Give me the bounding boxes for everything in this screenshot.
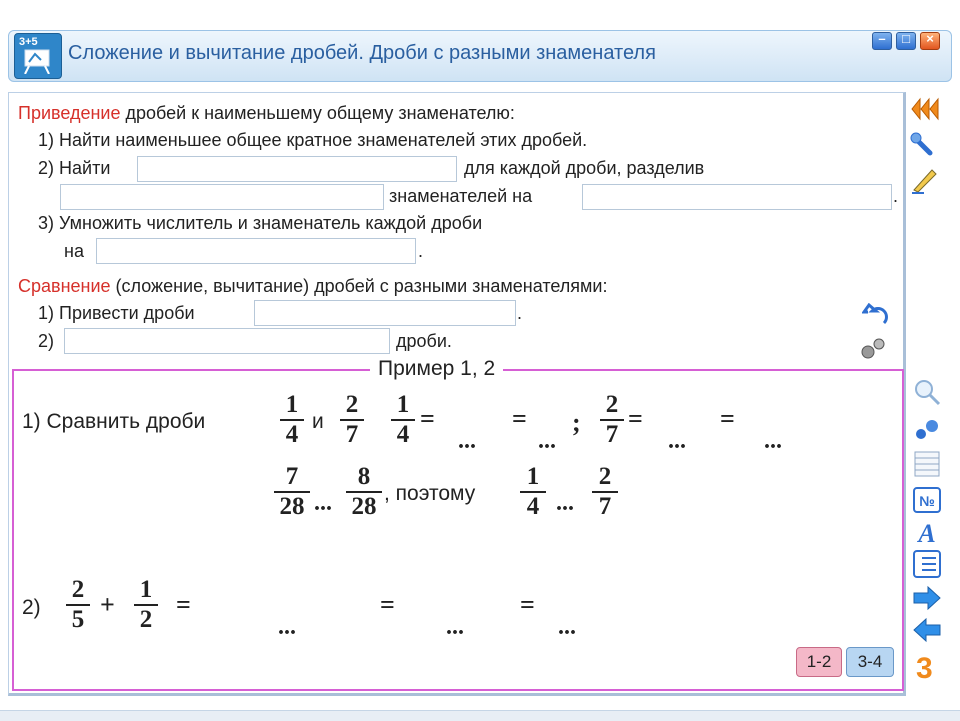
svg-text:A: A [916, 519, 935, 546]
table-icon[interactable] [912, 450, 942, 478]
ellipsis: ... [668, 428, 686, 454]
task2-label: 2) [22, 596, 41, 619]
equals-sign: = [520, 590, 535, 619]
example-title: Пример 1, 2 [370, 357, 504, 381]
section1-step2-b: для каждой дроби, разделив [464, 158, 705, 178]
equals-sign: = [176, 590, 191, 619]
equals-sign: = [628, 404, 643, 433]
magnifier-icon[interactable] [912, 378, 942, 406]
chapter-3-icon[interactable]: 3 [916, 652, 933, 686]
gears-icon[interactable] [858, 334, 888, 362]
plus-sign: + [100, 590, 115, 619]
fraction-2-5: 25 [66, 577, 90, 633]
easel-icon [24, 49, 50, 74]
section2-step2-a: 2) [38, 331, 55, 351]
answer-field-3[interactable] [582, 184, 892, 210]
section2-step1-a: 1) Привести дроби [38, 303, 195, 323]
bottom-strip [0, 710, 960, 721]
wrench-icon[interactable] [910, 132, 940, 160]
ellipsis: ... [558, 614, 576, 640]
heading-keyword: Приведение [18, 103, 121, 123]
list-icon[interactable] [912, 550, 942, 578]
answer-field-2[interactable] [60, 184, 384, 210]
section2-heading: Сравнение (сложение, вычитание) дробей с… [18, 276, 608, 296]
equals-sign: = [512, 404, 527, 433]
gears-small-icon[interactable] [912, 416, 942, 444]
svg-text:№: № [919, 493, 935, 509]
section1-heading: Приведение дробей к наименьшему общему з… [18, 103, 515, 123]
section2-step2-b: дроби. [396, 331, 452, 351]
semicolon: ; [572, 408, 581, 437]
fraction-8-28: 8 28 [346, 464, 382, 520]
ellipsis: ... [538, 428, 556, 454]
maximize-button[interactable]: □ [896, 31, 916, 50]
app-icon: 3+5 [14, 33, 62, 79]
tab-1-2[interactable]: 1-2 [796, 647, 842, 677]
ellipsis: ... [314, 490, 332, 516]
task1-label: 1) Сравнить дроби [22, 410, 206, 433]
ellipsis: ... [458, 428, 476, 454]
section1-step3-b: на [64, 241, 84, 261]
ellipsis: ... [446, 614, 464, 640]
arrow-left-icon[interactable] [912, 616, 942, 644]
equals-sign: = [720, 404, 735, 433]
minimize-button[interactable]: – [872, 31, 892, 50]
and-word: и [312, 410, 324, 433]
undo-icon[interactable] [862, 303, 892, 331]
answer-field-6[interactable] [64, 328, 390, 354]
letter-a-icon[interactable]: A [912, 518, 942, 546]
tab-3-4[interactable]: 3-4 [846, 647, 894, 677]
answer-field-4[interactable] [96, 238, 416, 264]
equals-sign: = [420, 404, 435, 433]
section1-step1: 1) Найти наименьшее общее кратное знамен… [38, 130, 588, 150]
heading-keyword: Сравнение [18, 276, 111, 296]
answer-field-1[interactable] [137, 156, 457, 182]
fraction-2-7: 27 [340, 392, 364, 448]
fraction-1-4: 14 [520, 464, 546, 520]
section1-step2-a: 2) Найти [38, 158, 111, 178]
fraction-7-28: 7 28 [274, 464, 310, 520]
fraction-1-4: 14 [280, 392, 304, 448]
therefore-text: , поэтому [384, 482, 476, 505]
fraction-1-4: 14 [391, 392, 415, 448]
ellipsis: ... [556, 490, 574, 516]
close-button[interactable]: × [920, 31, 940, 50]
ellipsis: ... [278, 614, 296, 640]
fraction-1-2: 12 [134, 577, 158, 633]
section1-step3-a: 3) Умножить числитель и знаменатель кажд… [38, 213, 483, 233]
equals-sign: = [380, 590, 395, 619]
rewind-icon[interactable] [910, 95, 940, 123]
answer-field-5[interactable] [254, 300, 516, 326]
arrow-right-icon[interactable] [912, 584, 942, 612]
fraction-2-7: 27 [592, 464, 618, 520]
ellipsis: ... [764, 428, 782, 454]
section1-step2-c: знаменателей на [389, 186, 533, 206]
fraction-2-7: 27 [600, 392, 624, 448]
window-title: Сложение и вычитание дробей. Дроби с раз… [68, 42, 656, 64]
app-icon-label: 3+5 [19, 36, 38, 48]
number-icon[interactable]: № [912, 486, 942, 514]
pencil-icon[interactable] [910, 168, 940, 196]
